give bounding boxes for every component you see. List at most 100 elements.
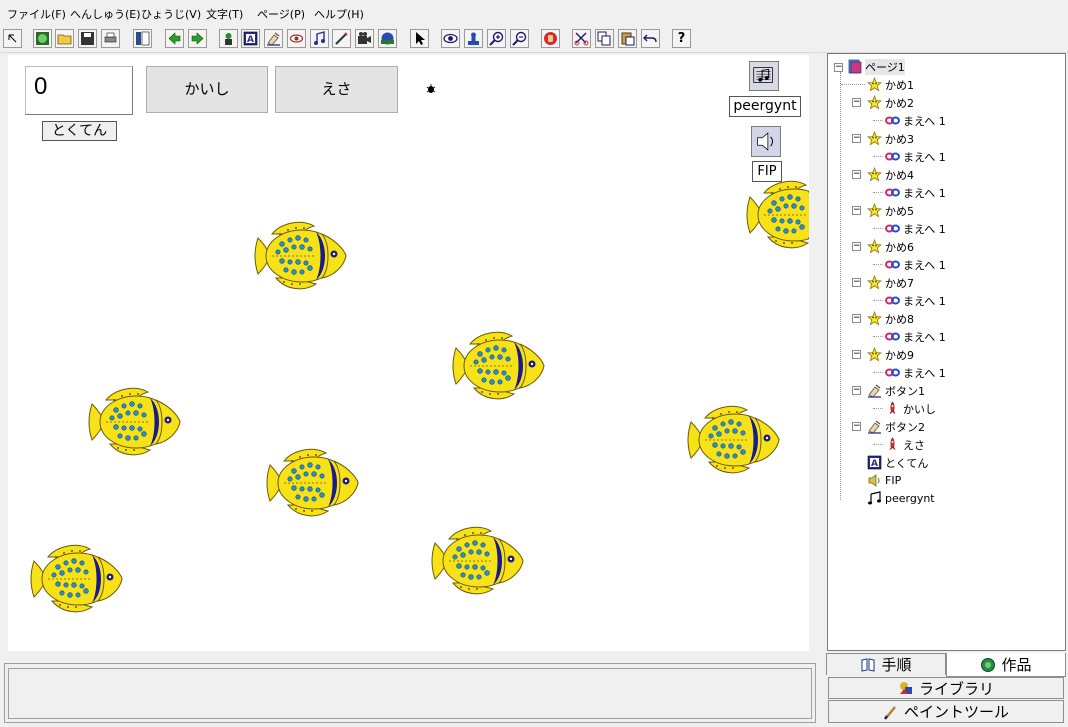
tree-turtle[interactable]: かめ4 <box>867 166 914 183</box>
button-object-icon <box>867 419 882 434</box>
collapse-icon[interactable]: − <box>852 206 861 215</box>
fish-sprite[interactable] <box>744 179 809 251</box>
turtle-star-icon <box>867 77 882 92</box>
fish-sprite[interactable] <box>429 525 525 597</box>
paste-icon[interactable] <box>618 29 637 48</box>
menu-view[interactable]: ひょうじ(V) <box>141 6 201 22</box>
tree-action[interactable]: まえへ 1 <box>885 148 946 165</box>
copy-icon[interactable] <box>595 29 614 48</box>
music-note-icon[interactable] <box>310 29 329 48</box>
cut-icon[interactable] <box>572 29 591 48</box>
tab-paint-tool[interactable]: ペイントツール <box>828 700 1064 723</box>
menu-text[interactable]: 文字(T) <box>206 6 243 22</box>
speaker-icon[interactable] <box>751 126 781 157</box>
tree-action[interactable]: まえへ 1 <box>885 184 946 201</box>
layout-icon[interactable] <box>133 29 152 48</box>
tree-action[interactable]: まえへ 1 <box>885 220 946 237</box>
tree-sound[interactable]: FIP <box>867 472 901 489</box>
menu-file[interactable]: ファイル(F) <box>7 6 66 22</box>
tree-line <box>873 444 883 445</box>
zoom-in-icon[interactable] <box>487 29 506 48</box>
music-player-icon[interactable] <box>749 61 779 91</box>
tree-action[interactable]: まえへ 1 <box>885 256 946 273</box>
loop-icon <box>885 329 900 344</box>
tree-turtle[interactable]: かめ7 <box>867 274 914 291</box>
save-icon[interactable] <box>78 29 97 48</box>
text-box-icon[interactable] <box>241 29 260 48</box>
tree-turtle[interactable]: かめ2 <box>867 94 914 111</box>
tree-label: かめ3 <box>885 132 914 146</box>
open-folder-icon[interactable] <box>55 29 74 48</box>
restore-icon[interactable] <box>3 29 22 48</box>
feed-button[interactable]: えさ <box>275 66 398 113</box>
fish-sprite[interactable] <box>685 404 781 476</box>
view-icon[interactable] <box>441 29 460 48</box>
tree-text[interactable]: とくてん <box>867 454 928 471</box>
undo-icon[interactable] <box>641 29 660 48</box>
tree-button[interactable]: ボタン2 <box>867 418 925 435</box>
fish-sprite[interactable] <box>86 386 182 458</box>
collapse-icon[interactable]: − <box>852 278 861 287</box>
tab-procedure[interactable]: 手順 <box>826 653 946 675</box>
collapse-icon[interactable]: − <box>852 170 861 179</box>
tree-turtle[interactable]: かめ9 <box>867 346 914 363</box>
toolbar: ? <box>0 26 1068 53</box>
tab-library[interactable]: ライブラリ <box>828 677 1064 699</box>
tree-action[interactable]: まえへ 1 <box>885 364 946 381</box>
collapse-icon[interactable]: − <box>852 422 861 431</box>
tree-turtle[interactable]: かめ6 <box>867 238 914 255</box>
object-tree-panel[interactable]: − ページ1 かめ1 − かめ2 まえへ 1 − かめ3 まえへ 1 − かめ4… <box>827 53 1066 651</box>
collapse-icon[interactable]: − <box>852 242 861 251</box>
forward-arrow-icon[interactable] <box>188 29 207 48</box>
tree-label: ページ1 <box>865 58 905 75</box>
tree-turtle[interactable]: かめ1 <box>867 76 914 93</box>
zoom-out-icon[interactable] <box>510 29 529 48</box>
tree-button[interactable]: ボタン1 <box>867 382 925 399</box>
eye-sound-icon[interactable] <box>287 29 306 48</box>
stage-canvas[interactable]: 0 とくてん かいし えさ peergynt FIP <box>8 55 809 651</box>
help-icon[interactable]: ? <box>672 29 691 48</box>
tree-action[interactable]: まえへ 1 <box>885 112 946 129</box>
menu-page[interactable]: ページ(P) <box>257 6 305 22</box>
start-button[interactable]: かいし <box>146 66 268 113</box>
collapse-icon[interactable]: − <box>852 314 861 323</box>
tree-action[interactable]: かいし <box>885 400 936 417</box>
character-icon[interactable] <box>219 29 238 48</box>
message-area <box>4 663 816 723</box>
tree-music[interactable]: peergynt <box>867 490 935 507</box>
tree-label: えさ <box>903 438 925 452</box>
collapse-icon[interactable]: − <box>852 134 861 143</box>
tree-action[interactable]: まえへ 1 <box>885 292 946 309</box>
tree-turtle[interactable]: かめ8 <box>867 310 914 327</box>
score-display: 0 <box>25 66 133 115</box>
collapse-icon[interactable]: − <box>852 350 861 359</box>
new-page-icon[interactable] <box>33 29 52 48</box>
tab-work[interactable]: 作品 <box>946 653 1066 677</box>
tree-label: peergynt <box>885 492 935 505</box>
tree-turtle[interactable]: かめ3 <box>867 130 914 147</box>
tree-action[interactable]: えさ <box>885 436 925 453</box>
paint-icon[interactable] <box>264 29 283 48</box>
tree-label: かめ9 <box>885 348 914 362</box>
print-icon[interactable] <box>101 29 120 48</box>
collapse-icon[interactable]: − <box>852 386 861 395</box>
tree-turtle[interactable]: かめ5 <box>867 202 914 219</box>
tree-page[interactable]: ページ1 <box>847 58 905 75</box>
collapse-icon[interactable]: − <box>834 63 843 72</box>
fish-sprite[interactable] <box>450 330 546 402</box>
tree-action[interactable]: まえへ 1 <box>885 328 946 345</box>
fish-sprite[interactable] <box>28 543 124 615</box>
stamp-icon[interactable] <box>464 29 483 48</box>
fish-sprite[interactable] <box>264 447 360 519</box>
menu-edit[interactable]: へんしゅう(E) <box>70 6 141 22</box>
movie-icon[interactable] <box>355 29 374 48</box>
pen-icon[interactable] <box>332 29 351 48</box>
fish-sprite[interactable] <box>252 220 348 292</box>
back-arrow-icon[interactable] <box>165 29 184 48</box>
tree-label: とくてん <box>885 456 929 470</box>
menu-help[interactable]: ヘルプ(H) <box>314 6 364 22</box>
globe-icon[interactable] <box>378 29 397 48</box>
stop-hand-icon[interactable] <box>541 29 560 48</box>
pointer-icon[interactable] <box>410 29 429 48</box>
collapse-icon[interactable]: − <box>852 98 861 107</box>
